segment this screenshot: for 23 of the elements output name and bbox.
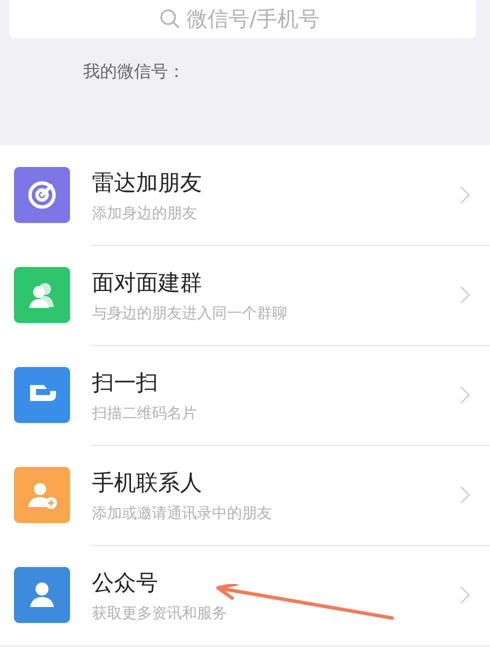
search-field[interactable]: 微信号/手机号 [186,7,326,31]
list-item[interactable]: 手机联系人 添加或邀请通讯录中的朋友 [0,445,490,545]
my-id-label: 我的微信号： [83,62,185,82]
item-title: 公众号 [92,570,159,598]
item-title: 手机联系人 [92,470,203,498]
item-subtitle: 获取更多资讯和服务 [92,604,228,622]
list-item[interactable]: 雷达加朋友 添加身边的朋友 [0,145,490,245]
chevron-icon [460,186,470,204]
list-item[interactable]: 公众号 获取更多资讯和服务 [0,545,490,645]
chevron-icon [460,286,470,304]
item-subtitle: 添加或邀请通讯录中的朋友 [92,504,273,522]
item-subtitle: 与身边的朋友进入同一个群聊 [92,304,288,322]
item-title: 雷达加朋友 [92,170,203,198]
item-subtitle: 添加身边的朋友 [92,204,198,222]
chevron-icon [460,586,470,604]
item-title: 扫一扫 [92,370,159,398]
chevron-icon [460,386,470,404]
item-title: 面对面建群 [92,270,203,298]
chevron-icon [460,486,470,504]
list-item[interactable]: 扫一扫 扫描二维码名片 [0,345,490,445]
list-item[interactable]: 面对面建群 与身边的朋友进入同一个群聊 [0,245,490,345]
item-subtitle: 扫描二维码名片 [92,404,198,422]
search-icon [158,8,180,30]
